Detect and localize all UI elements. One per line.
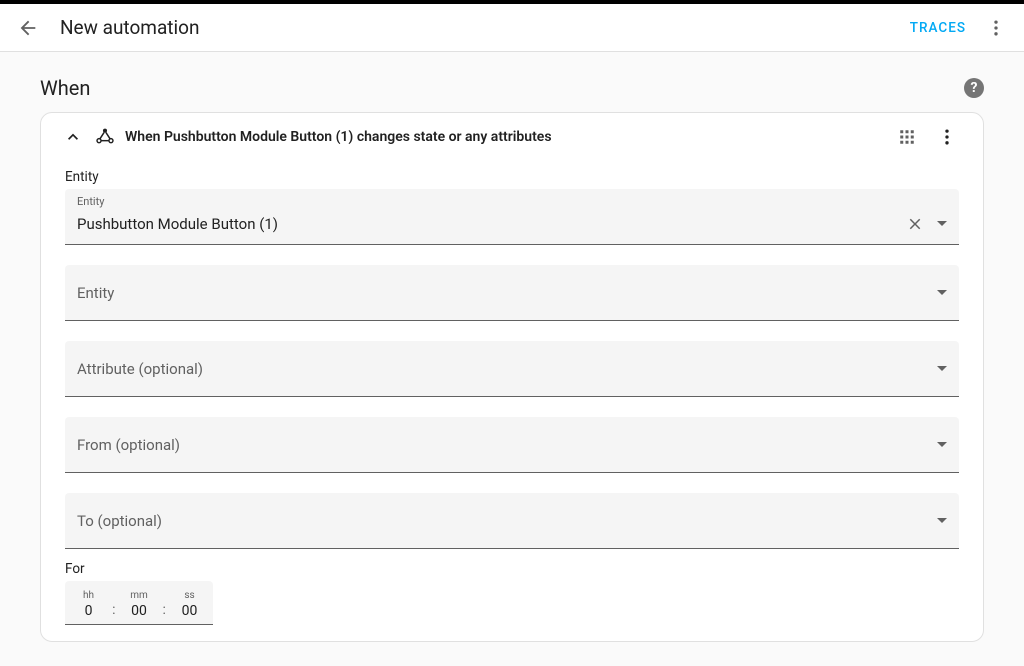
entity-value: Pushbutton Module Button (1) — [77, 215, 903, 233]
hours-value[interactable]: 0 — [65, 602, 112, 620]
dropdown-caret-icon — [937, 290, 947, 295]
more-vert-icon — [986, 18, 1006, 38]
to-field[interactable]: To (optional) — [65, 493, 959, 549]
header-menu-button[interactable] — [976, 8, 1016, 48]
dropdown-caret-icon — [937, 366, 947, 371]
traces-button[interactable]: TRACES — [900, 12, 976, 44]
trigger-card: When Pushbutton Module Button (1) change… — [40, 112, 984, 642]
state-trigger-icon — [93, 125, 117, 149]
seconds-value[interactable]: 00 — [166, 602, 213, 620]
collapse-button[interactable] — [57, 121, 89, 153]
seconds-label: ss — [166, 590, 213, 602]
from-placeholder: From (optional) — [77, 436, 933, 454]
dropdown-caret-icon — [937, 221, 947, 226]
close-icon — [906, 215, 924, 233]
hours-label: hh — [65, 590, 112, 602]
attribute-field[interactable]: Attribute (optional) — [65, 341, 959, 397]
section-title: When — [40, 76, 964, 100]
minutes-label: mm — [115, 590, 162, 602]
entity-placeholder: Entity — [77, 284, 933, 302]
to-placeholder: To (optional) — [77, 512, 933, 530]
dropdown-caret-icon — [937, 518, 947, 523]
reorder-handle[interactable] — [887, 117, 927, 157]
entity-field-label: Entity — [65, 169, 959, 185]
more-vert-icon — [937, 127, 957, 147]
attribute-placeholder: Attribute (optional) — [77, 360, 933, 378]
arrow-left-icon — [17, 17, 39, 39]
header: New automation TRACES — [0, 4, 1024, 52]
back-button[interactable] — [8, 8, 48, 48]
page-title: New automation — [60, 16, 900, 39]
entity-floating-label: Entity — [77, 195, 104, 208]
help-icon[interactable]: ? — [964, 78, 984, 98]
minutes-value[interactable]: 00 — [115, 602, 162, 620]
trigger-card-title: When Pushbutton Module Button (1) change… — [125, 129, 887, 145]
apps-icon — [898, 128, 916, 146]
duration-input[interactable]: hh 0 : mm 00 : ss 00 — [65, 581, 213, 625]
entity-field-2[interactable]: Entity — [65, 265, 959, 321]
for-field-label: For — [65, 561, 959, 577]
from-field[interactable]: From (optional) — [65, 417, 959, 473]
dropdown-caret-icon — [937, 442, 947, 447]
chevron-up-icon — [63, 127, 83, 147]
trigger-menu-button[interactable] — [927, 117, 967, 157]
entity-field-1[interactable]: Entity Pushbutton Module Button (1) — [65, 189, 959, 245]
clear-entity-button[interactable] — [903, 212, 927, 236]
